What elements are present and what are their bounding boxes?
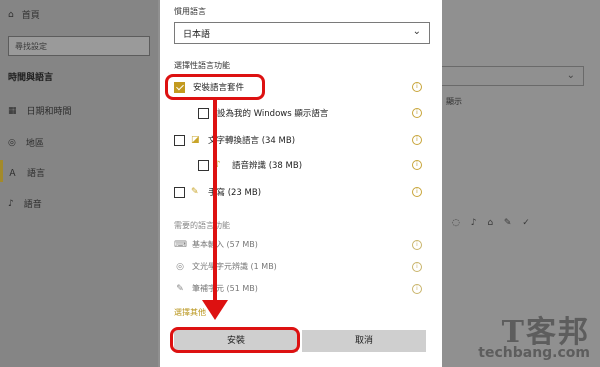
sidebar-item-region[interactable]: ◎ 地區 [8, 136, 44, 150]
cancel-button[interactable]: 取消 [302, 330, 426, 352]
home-link[interactable]: ⌂ 首頁 [8, 8, 40, 22]
speech-icon: ◪ [191, 135, 200, 145]
watermark-url: techbang.com [478, 345, 590, 361]
option-set-display-language[interactable]: 設為我的 Windows 顯示語言 [198, 104, 328, 122]
red-arrow-head [202, 300, 228, 320]
checkbox-text-to-speech[interactable] [174, 134, 185, 146]
required-ocr: ◎ 文光學字元辨識 (1 MB) [174, 261, 277, 272]
checkbox-handwriting[interactable] [174, 186, 185, 198]
pen-icon: ✎ [191, 187, 199, 197]
option-text-to-speech[interactable]: ◪ 文字轉換語言 (34 MB) [174, 131, 295, 149]
background-text-fragment: 顯示 [446, 97, 462, 106]
info-icon[interactable]: i [412, 240, 422, 250]
info-icon[interactable]: i [412, 135, 422, 145]
chevron-down-icon: ⌄ [412, 26, 421, 37]
red-arrow-line [213, 99, 217, 309]
info-icon[interactable]: i [412, 262, 422, 272]
language-feature-icons: ◌ ♪ ⌂ ✎ ✓ [452, 218, 534, 228]
info-icon[interactable]: i [412, 187, 422, 197]
optional-features-label: 選擇性語言功能 [174, 61, 230, 70]
language-select-value: 日本語 [183, 30, 211, 40]
info-icon[interactable]: i [412, 284, 422, 294]
home-icon: ⌂ [8, 9, 14, 20]
active-nav-indicator [0, 160, 3, 182]
ocr-icon: ◎ [176, 261, 184, 272]
option-handwriting[interactable]: ✎ 手寫 (23 MB) [174, 183, 261, 201]
info-icon[interactable]: i [412, 82, 422, 92]
sidebar-item-date-time[interactable]: ▦ 日期和時間 [8, 104, 72, 118]
required-features-label: 需要的語言功能 [174, 221, 230, 230]
background-sidebar: ⌂ 首頁 尋找設定 時間與語言 ▦ 日期和時間 ◎ 地區 Ａ 語言 ♪ 語音 [0, 0, 158, 367]
microphone-icon: ♪ [8, 198, 14, 209]
preferred-language-label: 慣用語言 [174, 7, 206, 16]
sidebar-item-language[interactable]: Ａ 語言 [8, 166, 45, 179]
sidebar-item-speech[interactable]: ♪ 語音 [8, 197, 42, 211]
info-icon[interactable]: i [412, 108, 422, 118]
home-label: 首頁 [21, 11, 40, 21]
watermark: T客邦 techbang.com [478, 307, 590, 361]
info-icon[interactable]: i [412, 160, 422, 170]
highlight-install-button [170, 327, 300, 353]
keyboard-icon: ⌨ [174, 239, 187, 250]
language-select[interactable]: 日本語 ⌄ [174, 22, 430, 44]
calendar-icon: ▦ [8, 105, 17, 116]
pen-icon: ✎ [176, 283, 184, 294]
language-icon: Ａ [8, 169, 18, 179]
section-title: 時間與語言 [8, 73, 54, 83]
settings-search-input[interactable]: 尋找設定 [8, 36, 150, 56]
background-select: ⌄ [436, 66, 584, 86]
globe-icon: ◎ [8, 137, 16, 148]
checkbox-set-display-language[interactable] [198, 107, 209, 119]
checkbox-speech-recognition[interactable] [198, 159, 209, 171]
highlight-install-language-pack [165, 74, 265, 100]
